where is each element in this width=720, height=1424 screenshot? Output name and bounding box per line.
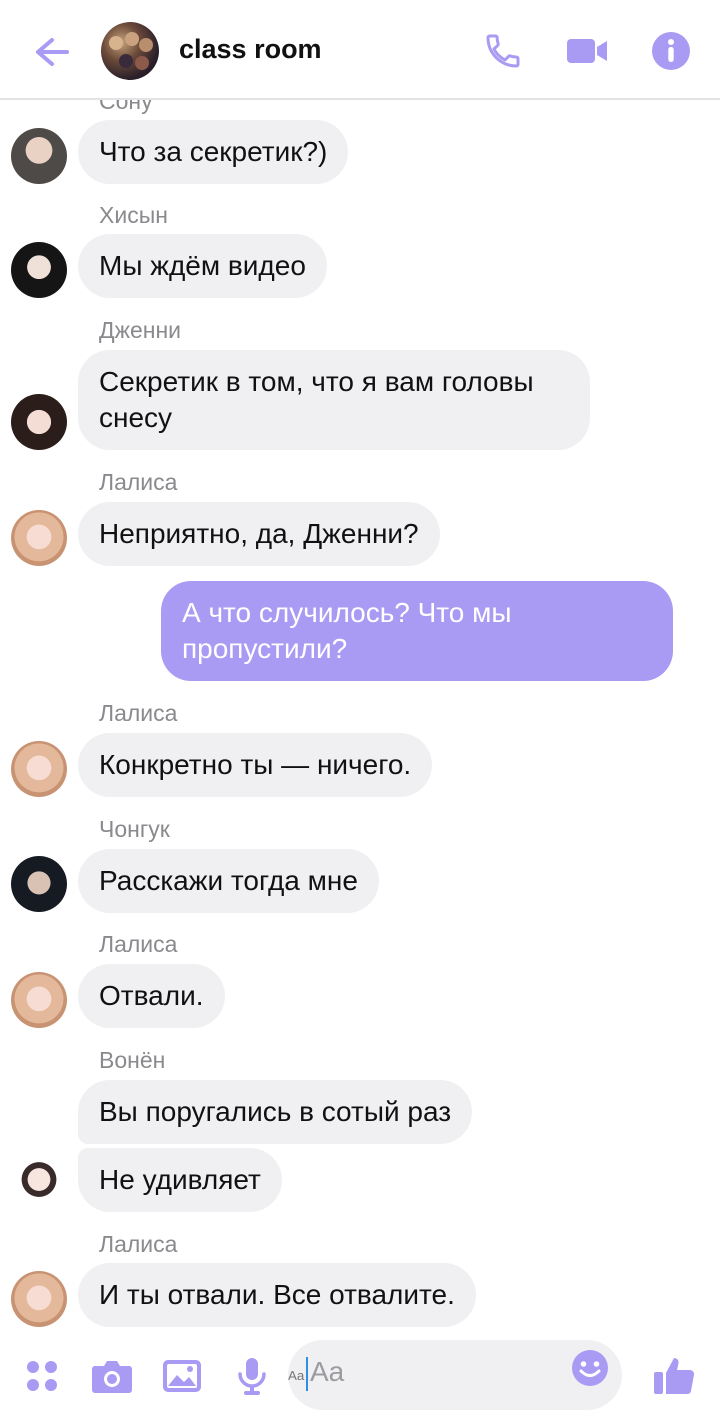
- sender-name: Лалиса: [99, 931, 178, 957]
- video-camera-icon: [567, 39, 607, 63]
- text-cursor: [306, 1357, 308, 1391]
- avatar[interactable]: [11, 1271, 67, 1327]
- sender-name: Чонгук: [99, 816, 170, 842]
- gallery-icon: [163, 1360, 201, 1392]
- like-button[interactable]: [648, 1350, 700, 1402]
- camera-icon: [92, 1361, 132, 1393]
- message-bubble[interactable]: Отвали.: [78, 964, 225, 1028]
- sender-name: Дженни: [99, 317, 182, 343]
- chat-title[interactable]: class room: [179, 34, 322, 65]
- my-message-bubble[interactable]: А что случилось? Что мы пропустили?: [161, 581, 673, 681]
- sender-name: Сону: [99, 100, 153, 114]
- input-placeholder: Aa: [310, 1356, 345, 1387]
- avatar[interactable]: [11, 856, 67, 912]
- message-bubble[interactable]: Вы поругались в сотый раз: [78, 1080, 473, 1144]
- info-icon: [652, 32, 690, 70]
- message-bubble[interactable]: И ты отвали. Все отвалите.: [78, 1263, 476, 1327]
- info-button[interactable]: [648, 28, 694, 74]
- message-bubble[interactable]: Конкретно ты — ничего.: [78, 733, 433, 797]
- more-icon: [27, 1361, 57, 1391]
- message-bubble[interactable]: Что за секретик?): [78, 120, 349, 184]
- microphone-icon: [238, 1358, 266, 1395]
- voice-message-button[interactable]: [226, 1350, 278, 1402]
- back-button[interactable]: [28, 30, 76, 74]
- more-actions-button[interactable]: [16, 1350, 68, 1402]
- thumbs-up-icon: [654, 1358, 695, 1395]
- back-arrow-icon: [36, 38, 69, 66]
- sender-name: Хисын: [99, 202, 168, 228]
- sender-name: Вонён: [99, 1047, 166, 1073]
- sender-name: Лалиса: [99, 1231, 178, 1257]
- call-button[interactable]: [480, 28, 526, 74]
- avatar[interactable]: [11, 972, 67, 1028]
- message-bubble[interactable]: Секретик в том, что я вам головы снесу: [78, 350, 590, 450]
- avatar[interactable]: [11, 128, 67, 184]
- group-avatar[interactable]: [101, 22, 159, 80]
- camera-button[interactable]: [86, 1350, 138, 1402]
- message-bubble[interactable]: Расскажи тогда мне: [78, 849, 379, 913]
- message-list[interactable]: Сону Что за секретик?) Хисын Мы ждём вид…: [0, 100, 720, 1328]
- avatar[interactable]: [11, 741, 67, 797]
- phone-icon: [486, 34, 520, 68]
- emoji-button[interactable]: [570, 1348, 620, 1398]
- message-bubble[interactable]: Мы ждём видео: [78, 234, 327, 298]
- chat-header: class room: [0, 0, 720, 100]
- emoji-icon: [572, 1350, 608, 1386]
- avatar[interactable]: [11, 1156, 67, 1212]
- avatar[interactable]: [11, 510, 67, 566]
- gallery-button[interactable]: [156, 1350, 208, 1402]
- avatar[interactable]: [11, 394, 67, 450]
- video-call-button[interactable]: [564, 28, 610, 74]
- message-bubble[interactable]: Не удивляет: [78, 1148, 282, 1212]
- sender-name: Лалиса: [99, 469, 178, 495]
- sender-name: Лалиса: [99, 700, 178, 726]
- avatar[interactable]: [11, 242, 67, 298]
- message-bubble[interactable]: Неприятно, да, Дженни?: [78, 502, 440, 566]
- message-composer: Aa: [0, 1328, 720, 1424]
